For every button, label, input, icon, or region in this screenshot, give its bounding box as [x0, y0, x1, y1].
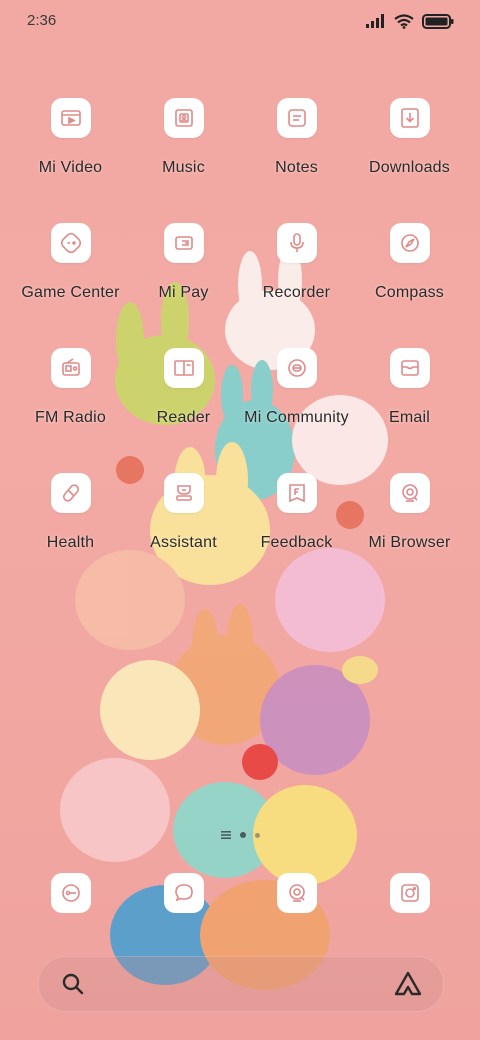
wifi-icon: [394, 13, 414, 29]
page-dot: [254, 832, 260, 838]
browser-icon: [289, 884, 305, 902]
app-downloads[interactable]: Downloads: [353, 98, 466, 177]
app-label: Mi Video: [38, 159, 103, 176]
search-icon[interactable]: [60, 971, 86, 997]
compass-icon: [400, 234, 419, 252]
app-mi-community[interactable]: Mi Community: [240, 348, 353, 427]
app-email[interactable]: Email: [353, 348, 466, 427]
app-reader[interactable]: Reader: [127, 348, 240, 427]
browser-icon: [401, 484, 418, 502]
app-label: Mi Browser: [368, 534, 451, 551]
dock-camera[interactable]: [390, 873, 430, 913]
feedback-icon: [288, 484, 305, 503]
phone-icon: [62, 884, 80, 902]
app-label: Mi Pay: [158, 284, 209, 301]
video-icon: [60, 110, 81, 126]
clock: 2:36: [27, 12, 57, 29]
app-mi-video[interactable]: Mi Video: [14, 98, 127, 177]
app-label: Feedback: [260, 534, 333, 551]
app-recorder[interactable]: Recorder: [240, 223, 353, 302]
app-game-center[interactable]: Game Center: [14, 223, 127, 302]
signal-icon: [366, 14, 384, 28]
message-icon: [175, 884, 193, 902]
app-label: Game Center: [21, 284, 120, 301]
app-label: Recorder: [262, 284, 331, 301]
app-label: Music: [162, 159, 205, 176]
dock-phone[interactable]: [51, 873, 91, 913]
app-label: Compass: [375, 284, 444, 301]
search-bar[interactable]: [38, 956, 444, 1012]
app-label: Notes: [275, 159, 318, 176]
app-label: Mi Community: [244, 409, 349, 426]
music-icon: [174, 109, 193, 127]
app-label: Email: [388, 409, 430, 426]
community-icon: [287, 359, 306, 377]
app-health[interactable]: Health: [14, 473, 127, 552]
dock: [0, 873, 480, 917]
microphone-icon: [289, 233, 304, 252]
app-drawer-indicator-icon: [220, 831, 231, 839]
mail-icon: [400, 360, 419, 376]
app-label: Downloads: [369, 159, 450, 176]
app-music[interactable]: Music: [127, 98, 240, 177]
app-label: Reader: [156, 409, 211, 426]
dock-browser[interactable]: [277, 873, 317, 913]
app-mi-browser[interactable]: Mi Browser: [353, 473, 466, 552]
notes-icon: [287, 109, 306, 127]
assistant-logo-icon[interactable]: [393, 970, 423, 998]
download-icon: [400, 108, 419, 128]
status-bar: 2:36: [0, 0, 480, 44]
app-label: Health: [46, 534, 95, 551]
radio-icon: [61, 358, 80, 376]
app-feedback[interactable]: Feedback: [240, 473, 353, 552]
battery-icon: [422, 13, 454, 29]
wallet-icon: [174, 236, 193, 250]
page-dot-active: [239, 832, 246, 838]
pill-icon: [62, 484, 79, 502]
app-compass[interactable]: Compass: [353, 223, 466, 302]
app-label: Assistant: [150, 534, 217, 551]
dock-messages[interactable]: [164, 873, 204, 913]
app-assistant[interactable]: Assistant: [127, 473, 240, 552]
app-notes[interactable]: Notes: [240, 98, 353, 177]
app-label: FM Radio: [35, 409, 106, 426]
app-mi-pay[interactable]: Mi Pay: [127, 223, 240, 302]
status-icons: [366, 12, 454, 30]
app-fm-radio[interactable]: FM Radio: [14, 348, 127, 427]
book-icon: [173, 360, 194, 376]
assistant-icon: [175, 485, 192, 501]
camera-icon: [401, 884, 419, 902]
gamepad-icon: [60, 232, 81, 254]
page-indicator[interactable]: [200, 830, 280, 840]
